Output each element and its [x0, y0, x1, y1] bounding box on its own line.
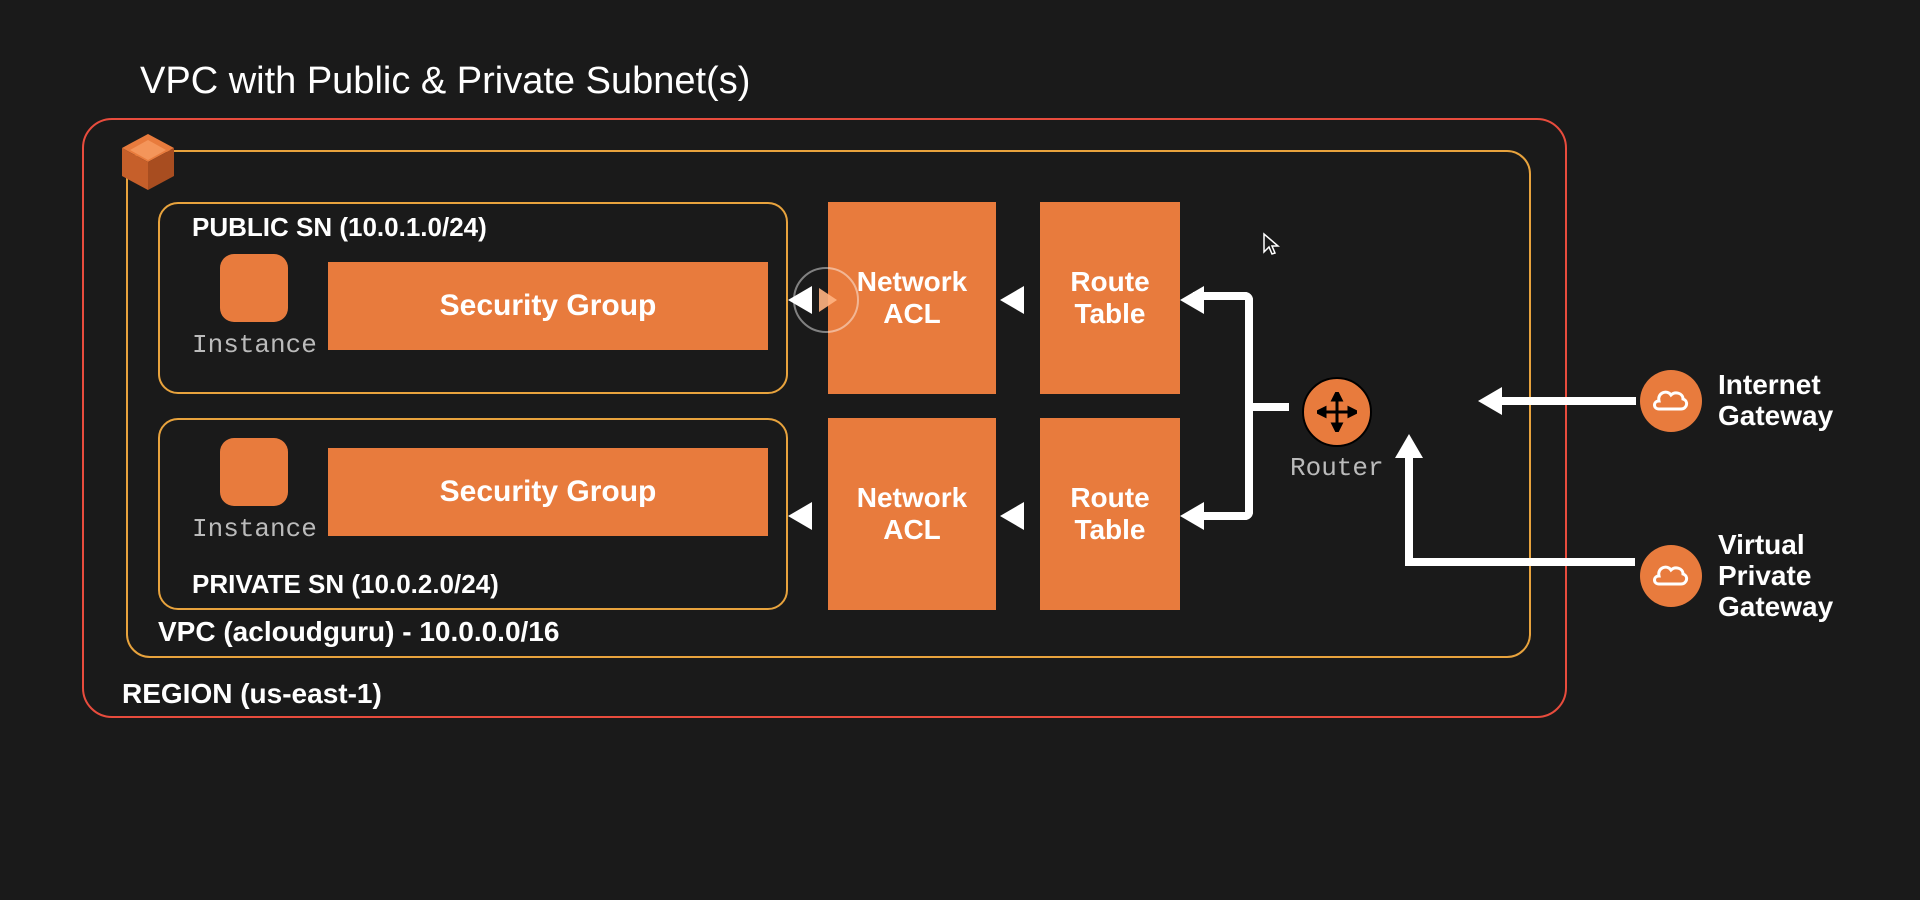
merge-bracket	[1193, 292, 1253, 520]
private-route-table: Route Table	[1040, 418, 1180, 610]
private-instance: Instance	[192, 438, 317, 544]
connector-line	[1498, 397, 1636, 405]
connector-line	[1253, 403, 1289, 411]
router-label: Router	[1290, 453, 1384, 483]
vpc-container: VPC (acloudguru) - 10.0.0.0/16 PUBLIC SN…	[126, 150, 1531, 658]
router: Router	[1290, 377, 1384, 483]
cursor-icon	[1262, 232, 1280, 262]
arrow-up-icon	[1395, 434, 1423, 458]
diagram-title: VPC with Public & Private Subnet(s)	[140, 60, 750, 103]
ec2-instance-icon	[220, 254, 288, 322]
connector-line	[1405, 558, 1635, 566]
vpc-label: VPC (acloudguru) - 10.0.0.0/16	[158, 616, 559, 648]
arrow-icon	[1000, 502, 1024, 530]
public-route-table: Route Table	[1040, 202, 1180, 394]
private-network-acl: Network ACL	[828, 418, 996, 610]
ec2-instance-icon	[220, 438, 288, 506]
arrow-icon	[1000, 286, 1024, 314]
connector-line	[1405, 455, 1413, 565]
arrow-icon	[1180, 286, 1204, 314]
public-instance: Instance	[192, 254, 317, 360]
private-security-group: Security Group	[328, 448, 768, 536]
region-container: REGION (us-east-1) VPC (acloudguru) - 10…	[82, 118, 1567, 718]
virtual-private-gateway: VirtualPrivateGateway	[1640, 530, 1833, 622]
private-subnet-label: PRIVATE SN (10.0.2.0/24)	[192, 569, 499, 600]
public-security-group: Security Group	[328, 262, 768, 350]
arrow-icon	[1478, 387, 1502, 415]
cloud-icon	[1640, 370, 1702, 432]
vpc-cube-icon	[116, 130, 180, 194]
arrow-icon	[1180, 502, 1204, 530]
vpg-label: VirtualPrivateGateway	[1718, 530, 1833, 622]
public-subnet-container: PUBLIC SN (10.0.1.0/24) Instance Securit…	[158, 202, 788, 394]
private-instance-label: Instance	[192, 514, 317, 544]
router-arrows-icon	[1302, 377, 1372, 447]
private-subnet-container: Instance Security Group PRIVATE SN (10.0…	[158, 418, 788, 610]
play-overlay-icon	[793, 267, 859, 333]
public-subnet-label: PUBLIC SN (10.0.1.0/24)	[192, 212, 487, 243]
public-instance-label: Instance	[192, 330, 317, 360]
arrow-icon	[788, 502, 812, 530]
internet-gateway: InternetGateway	[1640, 370, 1833, 432]
region-label: REGION (us-east-1)	[122, 678, 382, 710]
igw-label: InternetGateway	[1718, 370, 1833, 432]
cloud-icon	[1640, 545, 1702, 607]
